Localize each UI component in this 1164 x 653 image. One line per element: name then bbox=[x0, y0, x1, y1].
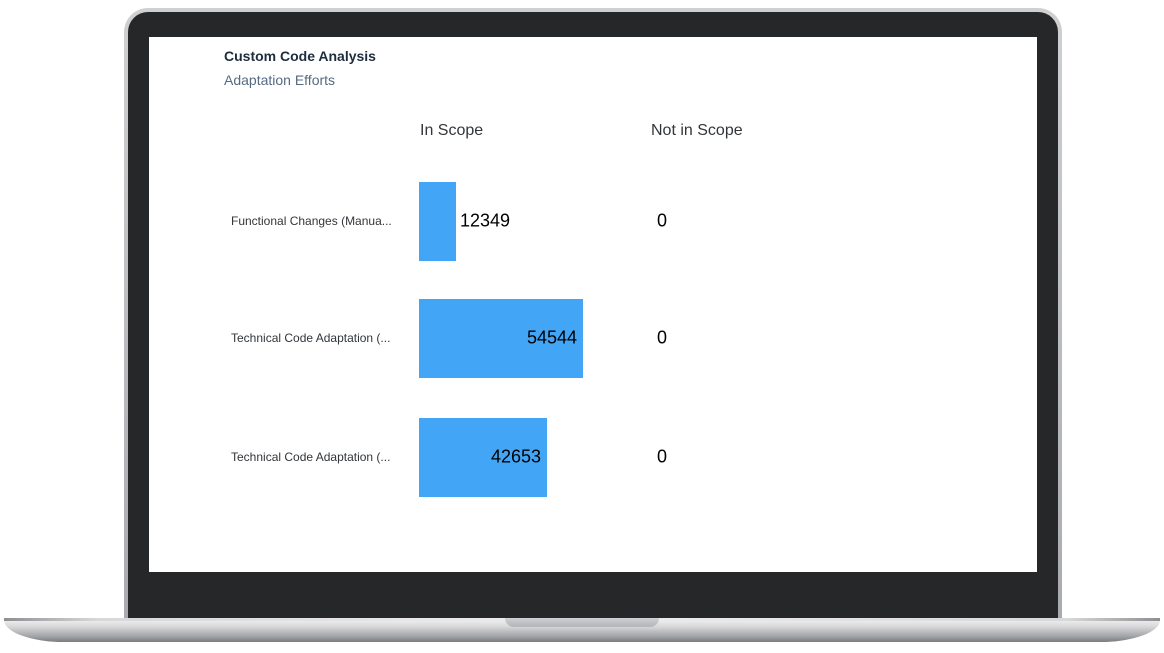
in-scope-value: 42653 bbox=[490, 446, 541, 467]
row-label: Technical Code Adaptation (... bbox=[231, 450, 391, 464]
card-subtitle: Adaptation Efforts bbox=[224, 72, 336, 88]
row-label: Functional Changes (Manua... bbox=[231, 214, 392, 228]
row-label: Technical Code Adaptation (... bbox=[231, 331, 391, 345]
in-scope-bar[interactable] bbox=[419, 181, 456, 261]
in-scope-value: 12349 bbox=[460, 210, 511, 231]
laptop-notch bbox=[505, 618, 659, 627]
laptop-mockup: Custom Code Analysis Adaptation Efforts … bbox=[0, 0, 1164, 653]
column-header-in-scope: In Scope bbox=[420, 122, 484, 139]
not-in-scope-value: 0 bbox=[657, 210, 668, 231]
in-scope-value: 54544 bbox=[526, 327, 577, 348]
column-header-not-in-scope: Not in Scope bbox=[651, 122, 743, 139]
screen: Custom Code Analysis Adaptation Efforts … bbox=[149, 37, 1037, 572]
card-title[interactable]: Custom Code Analysis bbox=[224, 48, 376, 64]
not-in-scope-value: 0 bbox=[657, 446, 668, 467]
not-in-scope-value: 0 bbox=[657, 327, 668, 348]
